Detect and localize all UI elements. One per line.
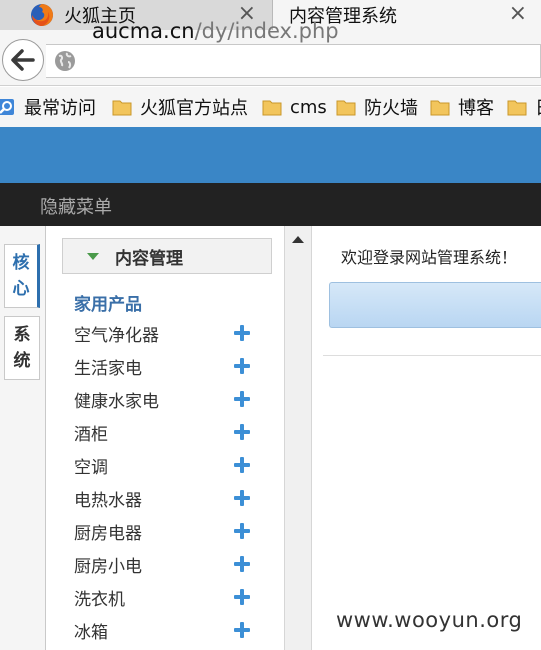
sidebar-section-header[interactable]: 内容管理	[62, 238, 272, 274]
sidebar-item[interactable]: 酒柜	[74, 417, 264, 447]
scroll-up-button[interactable]	[285, 226, 311, 252]
sidebar-item[interactable]: 生活家电	[74, 351, 264, 381]
sidebar-item[interactable]: 空气净化器	[74, 318, 264, 348]
app-header	[0, 127, 541, 183]
globe-icon	[55, 51, 75, 71]
sidebar-item[interactable]: 厨房小电	[74, 549, 264, 579]
bookmark-label: 最常访问	[24, 98, 96, 119]
bookmark-firewall[interactable]: 防火墙	[336, 95, 418, 119]
folder-icon	[507, 100, 527, 116]
sidebar-item[interactable]: 空调	[74, 450, 264, 480]
sidebar-item-label: 生活家电	[74, 358, 142, 379]
sidebar-item-label: 健康水家电	[74, 391, 159, 412]
url-bar[interactable]	[46, 44, 541, 78]
folder-icon	[336, 100, 356, 116]
url-text[interactable]: aucma.cn/dy/index.php	[92, 19, 339, 43]
sidebar-item-label: 洗衣机	[74, 589, 125, 610]
main-content: 欢迎登录网站管理系统！	[312, 226, 541, 650]
plus-icon[interactable]	[234, 325, 250, 341]
plus-icon[interactable]	[234, 523, 250, 539]
vertical-tab-strip: 核心 系统	[0, 226, 46, 650]
bookmark-most-visited[interactable]: 最常访问	[0, 95, 96, 119]
sidebar-item-label: 电热水器	[74, 490, 142, 511]
welcome-panel	[329, 282, 541, 328]
sidebar-item-label: 厨房小电	[74, 556, 142, 577]
bookmark-label: 博客	[458, 98, 494, 119]
bookmark-firefox-official[interactable]: 火狐官方站点	[112, 95, 248, 119]
bookmarks-bar: 最常访问 火狐官方站点 cms 防火墙 博客 日	[0, 87, 541, 127]
back-button[interactable]	[2, 39, 44, 81]
folder-icon	[112, 100, 132, 116]
url-host: aucma.cn	[92, 19, 195, 43]
vtab-label: 核心	[12, 253, 30, 299]
bookmark-cms[interactable]: cms	[262, 95, 327, 119]
watermark: www.wooyun.org	[336, 608, 523, 632]
vtab-label: 系统	[13, 325, 31, 371]
sidebar-item-label: 空调	[74, 457, 108, 478]
search-icon	[0, 99, 14, 115]
sidebar-category-title: 家用产品	[74, 295, 142, 315]
plus-icon[interactable]	[234, 556, 250, 572]
folder-icon	[262, 100, 282, 116]
sidebar-item-label: 空气净化器	[74, 325, 159, 346]
sidebar-item-label: 冰箱	[74, 622, 108, 643]
sidebar-section-title: 内容管理	[115, 248, 183, 269]
plus-icon[interactable]	[234, 622, 250, 638]
plus-icon[interactable]	[234, 457, 250, 473]
bookmark-label: 防火墙	[364, 98, 418, 119]
folder-icon	[430, 100, 450, 116]
sidebar-item-label: 酒柜	[74, 424, 108, 445]
plus-icon[interactable]	[234, 358, 250, 374]
vtab-core[interactable]: 核心	[4, 244, 40, 308]
bookmark-label: 火狐官方站点	[140, 98, 248, 119]
bookmark-daily[interactable]: 日	[507, 95, 541, 119]
firefox-icon	[31, 4, 53, 26]
caret-down-icon	[87, 252, 99, 260]
sidebar-item[interactable]: 冰箱	[74, 615, 264, 645]
bookmark-label: cms	[290, 96, 327, 118]
tab-close-icon[interactable]: ×	[509, 0, 527, 30]
sidebar-scrollbar[interactable]	[284, 226, 312, 650]
plus-icon[interactable]	[234, 490, 250, 506]
bookmark-label: 日	[535, 94, 541, 120]
vtab-system[interactable]: 系统	[4, 316, 40, 380]
sidebar-item-label: 厨房电器	[74, 523, 142, 544]
plus-icon[interactable]	[234, 589, 250, 605]
sidebar-item[interactable]: 电热水器	[74, 483, 264, 513]
plus-icon[interactable]	[234, 424, 250, 440]
sidebar-menu: 内容管理 家用产品 空气净化器 生活家电 健康水家电 酒柜 空调 电热水器 厨房…	[46, 226, 284, 650]
back-arrow-icon	[11, 49, 35, 71]
welcome-message: 欢迎登录网站管理系统！	[341, 248, 518, 267]
bookmark-blog[interactable]: 博客	[430, 95, 494, 119]
sidebar-item[interactable]: 洗衣机	[74, 582, 264, 612]
divider	[323, 355, 541, 356]
plus-icon[interactable]	[234, 391, 250, 407]
sidebar-item[interactable]: 健康水家电	[74, 384, 264, 414]
arrow-up-icon	[292, 235, 304, 243]
url-path: /dy/index.php	[194, 19, 339, 43]
sidebar-item[interactable]: 厨房电器	[74, 516, 264, 546]
hide-menu-button[interactable]: 隐藏菜单	[40, 193, 112, 219]
